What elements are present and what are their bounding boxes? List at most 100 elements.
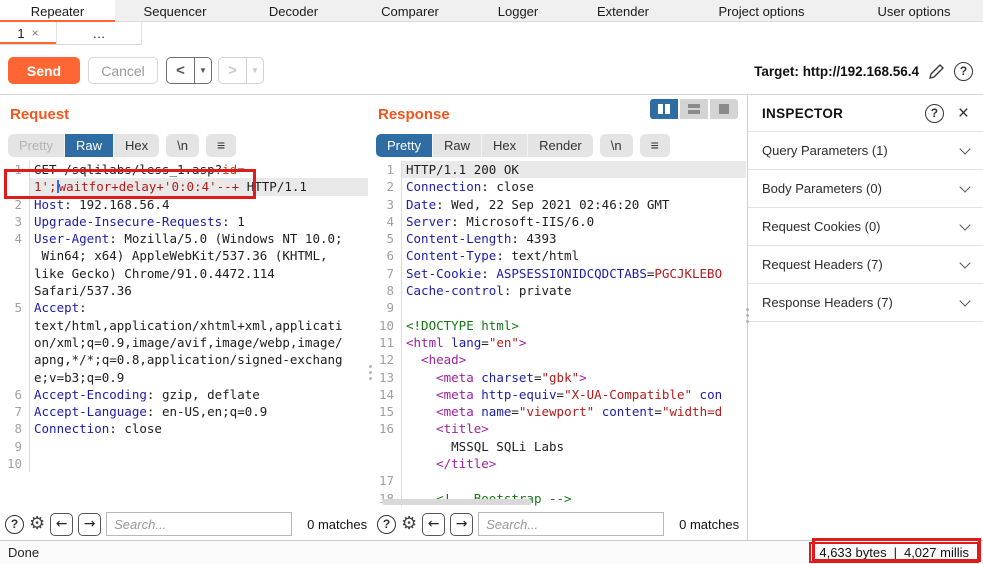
code-line: 7 Accept-Language: en-US,en;q=0.9 — [0, 403, 368, 421]
code-line: 1 GET /sqlilabs/less_1.asp?id= — [0, 161, 368, 179]
search-next-icon[interactable]: → — [78, 512, 102, 536]
chevron-down-icon — [959, 256, 971, 269]
main-tab-logger[interactable]: Logger — [468, 0, 568, 22]
code-line: 2 Connection: close — [372, 178, 746, 196]
request-newline-toggle[interactable]: \n — [166, 134, 199, 157]
code-line: like Gecko) Chrome/91.0.4472.114 — [0, 264, 368, 283]
search-prev-icon[interactable]: ← — [422, 512, 446, 536]
section-label: Request Cookies (0) — [762, 219, 881, 234]
inspector-section-request-headers[interactable]: Request Headers (7) — [748, 246, 983, 284]
request-search-input[interactable] — [106, 512, 293, 536]
history-forward-button: > ▼ — [218, 57, 264, 84]
code-line: 3 Date: Wed, 22 Sep 2021 02:46:20 GMT — [372, 195, 746, 213]
main-tab-repeater[interactable]: Repeater — [0, 0, 115, 23]
chevron-down-icon — [959, 294, 971, 307]
inspector-panel: INSPECTOR ? × Query Parameters (1) Body P… — [747, 95, 983, 540]
code-line: apng,*/*;q=0.8,application/signed-exchan… — [0, 351, 368, 369]
main-tab-decoder[interactable]: Decoder — [235, 0, 352, 22]
code-line: 3 Upgrade-Insecure-Requests: 1 — [0, 212, 368, 231]
code-line: 4 User-Agent: Mozilla/5.0 (Windows NT 10.… — [0, 230, 368, 248]
request-menu-button[interactable]: ≡ — [205, 134, 237, 157]
search-help-icon[interactable]: ? — [377, 514, 396, 534]
chevron-down-icon — [959, 218, 971, 231]
target-help-icon[interactable]: ? — [954, 61, 973, 81]
repeater-tab-1[interactable]: 1 × — [0, 22, 57, 45]
code-line: 5 Accept: — [0, 299, 368, 317]
main-tab-sequencer[interactable]: Sequencer — [115, 0, 235, 22]
repeater-tab-label: … — [92, 25, 106, 41]
search-settings-icon[interactable]: ⚙ — [401, 515, 417, 533]
main-tab-extender[interactable]: Extender — [568, 0, 678, 22]
response-search-input[interactable] — [478, 512, 665, 536]
code-line: 15 <meta name="viewport" content="width=… — [372, 403, 746, 421]
inspector-section-body-parameters[interactable]: Body Parameters (0) — [748, 170, 983, 208]
code-line: 1'; waitfor+delay+'0:0:4'--+ HTTP/1.1 — [0, 178, 368, 196]
inspector-section-query-parameters[interactable]: Query Parameters (1) — [748, 132, 983, 170]
response-panel: Response Pretty Raw Hex Render \n ≡ 1 HTTP/1… — [372, 95, 746, 540]
response-match-count: 0 matches — [679, 516, 740, 532]
chevron-down-icon — [959, 142, 971, 155]
section-label: Query Parameters (1) — [762, 143, 888, 158]
code-line: 6 Accept-Encoding: gzip, deflate — [0, 385, 368, 404]
main-tab-comparer[interactable]: Comparer — [352, 0, 468, 22]
layout-columns-icon[interactable] — [650, 99, 678, 119]
horizontal-scrollbar-thumb[interactable] — [382, 499, 532, 505]
response-view-tab-hex[interactable]: Hex — [480, 134, 528, 157]
code-line: 10 <!DOCTYPE html> — [372, 316, 746, 334]
main-tab-project-options[interactable]: Project options — [678, 0, 845, 22]
code-line: </title> — [372, 455, 746, 473]
status-text: Done — [8, 545, 40, 560]
code-line: 13 <meta charset="gbk"> — [372, 368, 746, 386]
repeater-toolbar: Send Cancel < ▼ > ▼ Target: http://192.1… — [0, 45, 983, 95]
section-label: Response Headers (7) — [762, 295, 893, 310]
request-editor[interactable]: 1 GET /sqlilabs/less_1.asp?id= 1'; waitfor+… — [0, 161, 368, 508]
send-button[interactable]: Send — [8, 57, 80, 84]
request-view-tab-hex[interactable]: Hex — [112, 134, 160, 157]
code-line: 8 Cache-control: private — [372, 282, 746, 300]
response-menu-button[interactable]: ≡ — [639, 134, 670, 157]
code-line: 8 Connection: close — [0, 420, 368, 438]
layout-rows-icon[interactable] — [680, 99, 708, 119]
search-settings-icon[interactable]: ⚙ — [29, 515, 45, 533]
back-dropdown-icon[interactable]: ▼ — [194, 58, 211, 83]
search-help-icon[interactable]: ? — [5, 514, 24, 534]
inspector-help-icon[interactable]: ? — [924, 103, 944, 123]
inspector-section-response-headers[interactable]: Response Headers (7) — [748, 284, 983, 322]
search-prev-icon[interactable]: ← — [50, 512, 74, 536]
response-view-tab-pretty[interactable]: Pretty — [376, 134, 432, 157]
repeater-tab-…[interactable]: … — [57, 22, 142, 45]
tab-close-icon[interactable]: × — [32, 26, 39, 40]
search-next-icon[interactable]: → — [450, 512, 474, 536]
request-search-bar: ? ⚙ ← → 0 matches — [0, 508, 368, 540]
edit-pencil-icon[interactable] — [928, 63, 945, 80]
forward-dropdown-icon: ▼ — [246, 58, 263, 83]
inspector-close-icon[interactable]: × — [958, 104, 969, 123]
response-title: Response — [378, 106, 450, 123]
response-view-tab-raw[interactable]: Raw — [431, 134, 481, 157]
history-back-button[interactable]: < ▼ — [166, 57, 212, 84]
request-view-tab-pretty: Pretty — [8, 134, 64, 157]
repeater-tab-bar: 1 × … — [0, 22, 983, 45]
inspector-splitter-handle[interactable] — [745, 308, 749, 323]
main-tab-user-options[interactable]: User options — [845, 0, 983, 22]
code-line: on/xml;q=0.9,image/avif,image/webp,image… — [0, 333, 368, 352]
inspector-section-request-cookies[interactable]: Request Cookies (0) — [748, 208, 983, 246]
request-view-tab-raw[interactable]: Raw — [63, 134, 113, 157]
response-view-tab-render[interactable]: Render — [527, 134, 593, 157]
response-search-bar: ? ⚙ ← → 0 matches — [372, 508, 746, 540]
code-line: 9 — [372, 299, 746, 317]
chevron-down-icon — [959, 180, 971, 193]
cancel-button[interactable]: Cancel — [88, 57, 158, 84]
code-line: 14 <meta http-equiv="X-UA-Compatible" co… — [372, 385, 746, 404]
code-line: 16 <title> — [372, 420, 746, 438]
status-bar: Done 4,633 bytes | 4,027 millis — [0, 540, 983, 564]
layout-switcher — [650, 99, 738, 119]
response-editor[interactable]: 1 HTTP/1.1 200 OK 2 Connection: close 3 Date:… — [372, 161, 746, 508]
request-match-count: 0 matches — [307, 516, 368, 532]
forward-arrow-icon: > — [228, 62, 237, 79]
layout-single-icon[interactable] — [710, 99, 738, 119]
code-line: MSSQL SQLi Labs — [372, 437, 746, 456]
response-newline-toggle[interactable]: \n — [599, 134, 633, 157]
code-line: text/html,application/xhtml+xml,applicat… — [0, 316, 368, 334]
metrics-divider: | — [893, 545, 897, 560]
